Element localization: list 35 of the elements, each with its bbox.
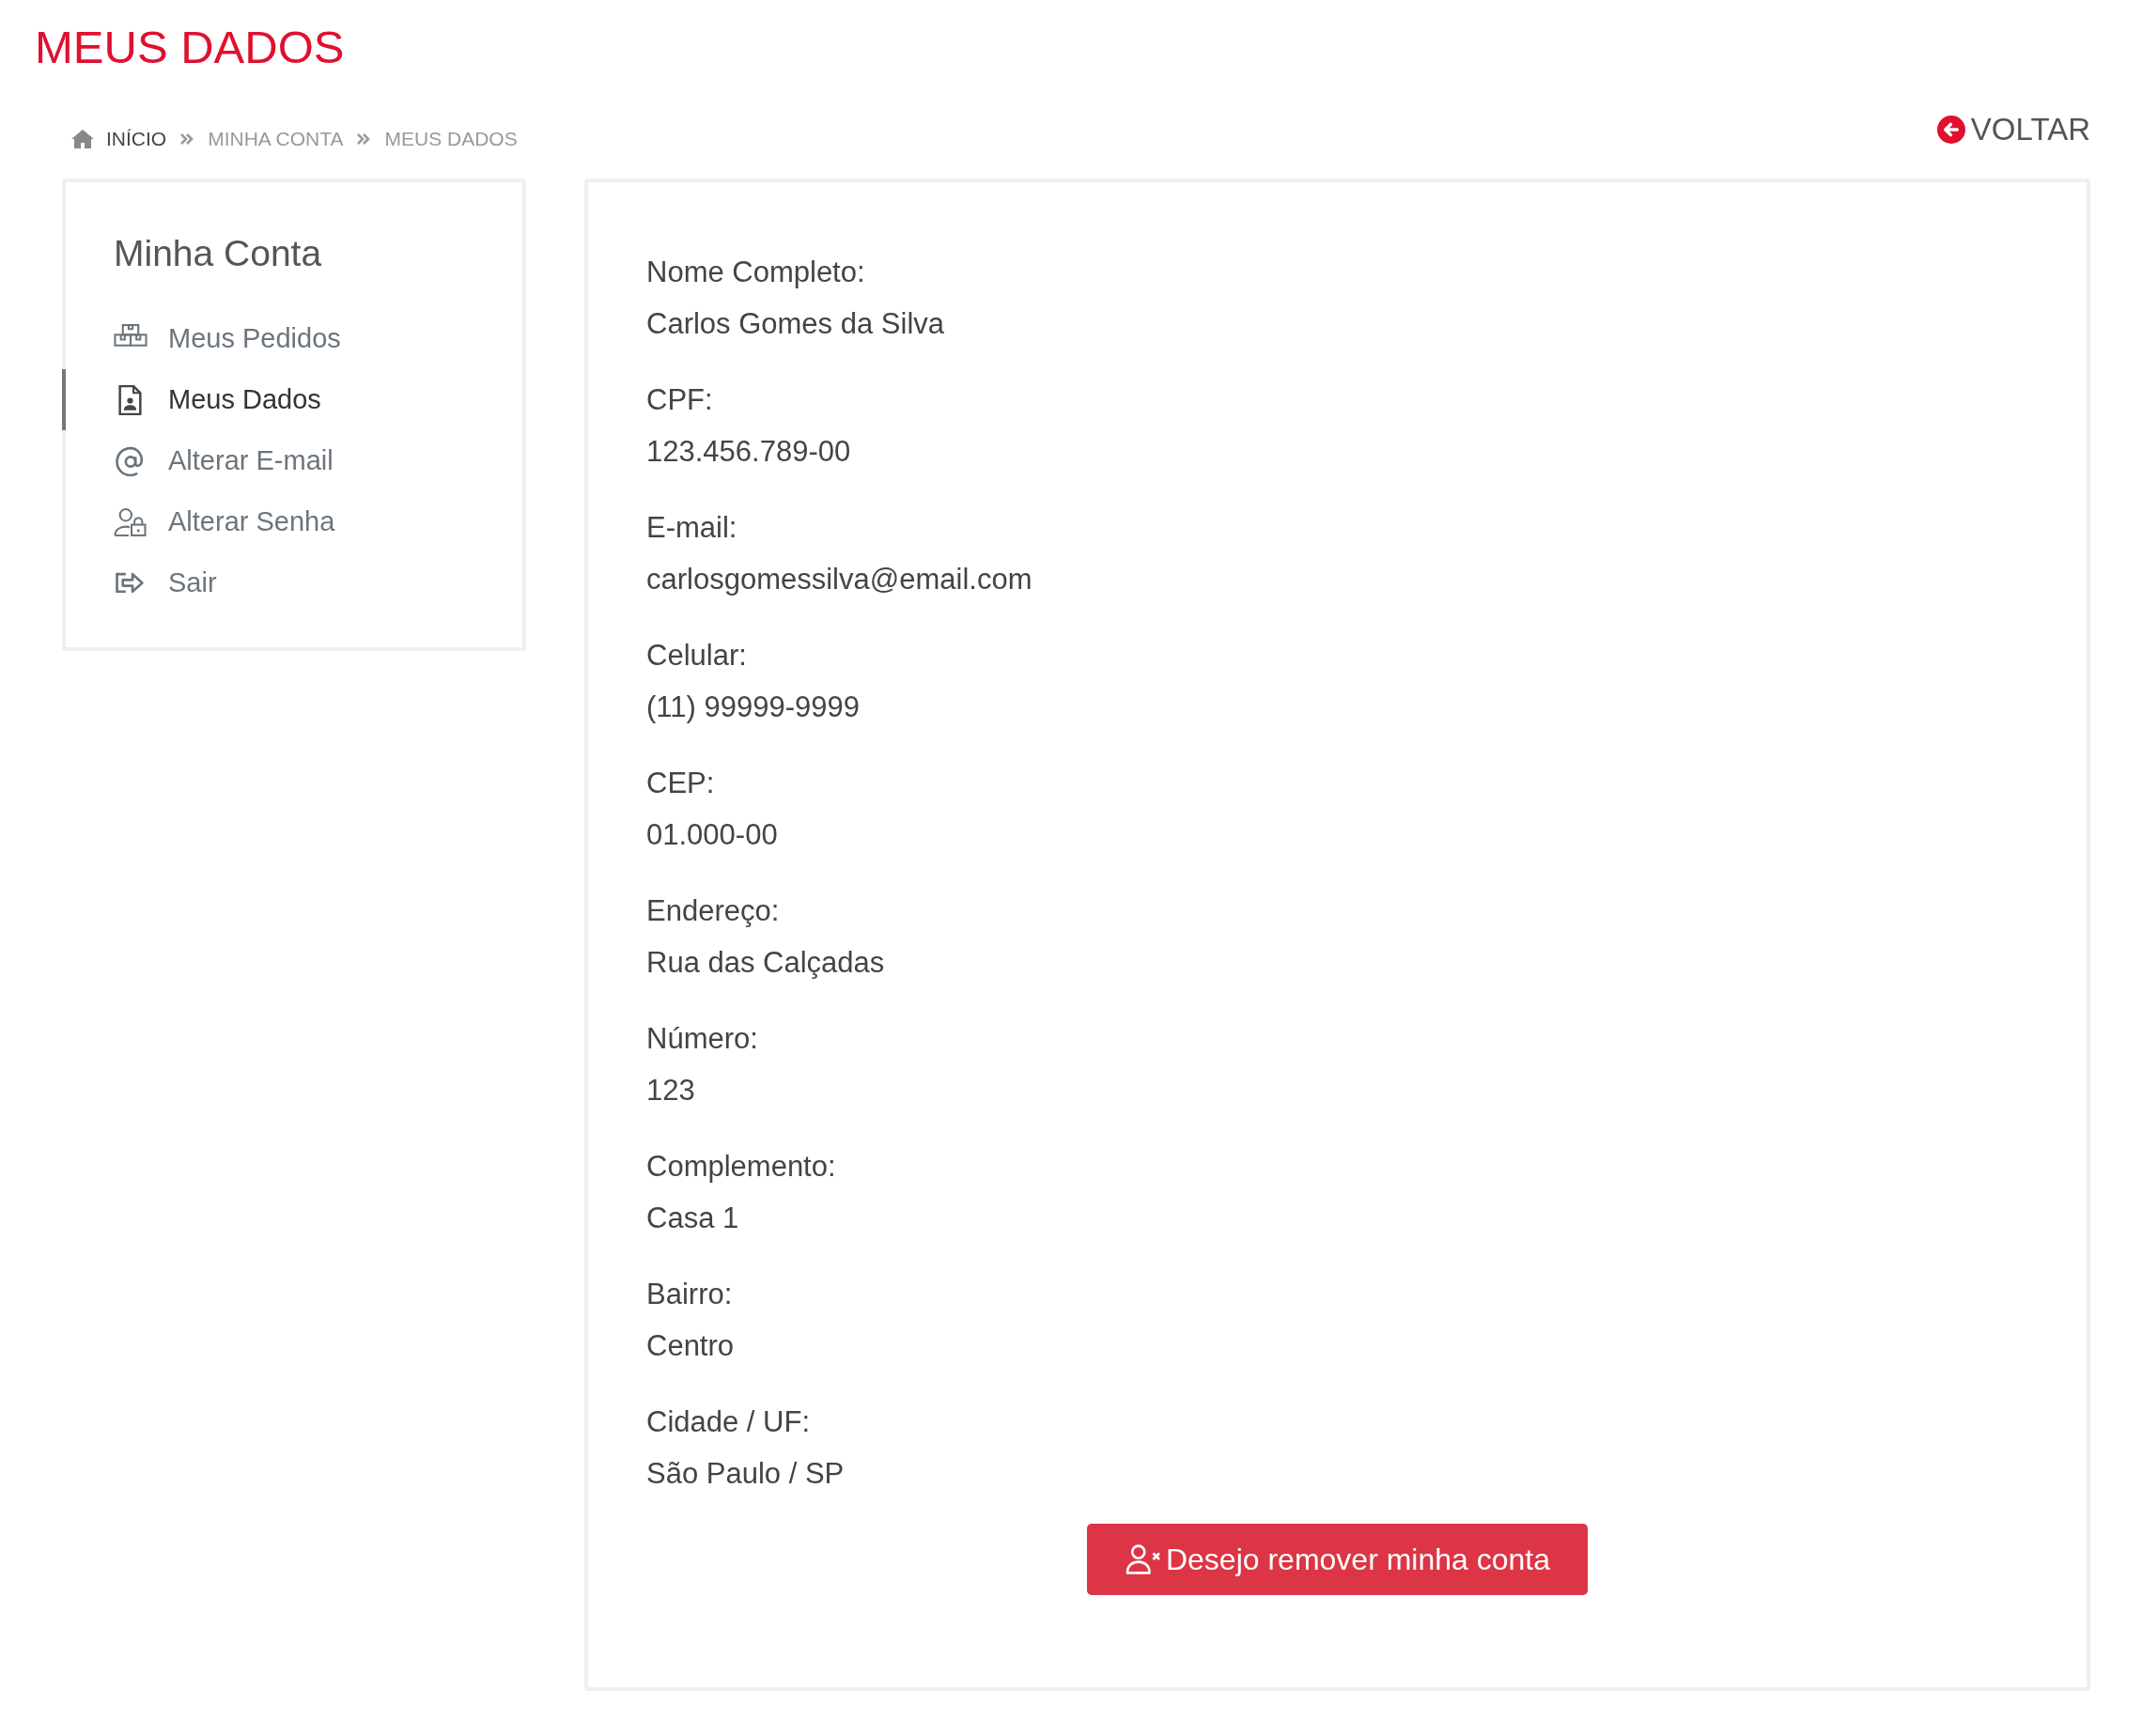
field-value: (11) 99999-9999: [646, 690, 861, 725]
field-label: Número:: [646, 1021, 759, 1057]
field-value: 123.456.789-00: [646, 434, 852, 470]
sidebar-title: Minha Conta: [114, 233, 323, 274]
home-icon: [70, 128, 95, 150]
breadcrumb-link[interactable]: MINHA CONTA: [208, 128, 344, 150]
breadcrumb-link[interactable]: MEUS DADOS: [384, 128, 518, 150]
field-value: carlosgomessilva@email.com: [646, 562, 1033, 597]
sidebar-item[interactable]: Sair: [62, 552, 522, 613]
breadcrumb-link[interactable]: INÍCIO: [106, 128, 167, 150]
field-label: Endereço:: [646, 893, 781, 929]
field-value: São Paulo / SP: [646, 1456, 846, 1492]
remove-account-button[interactable]: Desejo remover minha conta: [1086, 1524, 1589, 1595]
field-value: Carlos Gomes da Silva: [646, 306, 945, 342]
field-label: Celular:: [646, 638, 748, 674]
page-title: MEUS DADOS: [35, 21, 346, 73]
field-label: Bairro:: [646, 1277, 734, 1312]
sidebar-item[interactable]: Meus Dados: [62, 369, 522, 430]
sidebar-item[interactable]: Alterar E-mail: [62, 430, 522, 491]
field-label: E-mail:: [646, 510, 738, 546]
sidebar-item[interactable]: Alterar Senha: [62, 491, 522, 552]
field-label: CEP:: [646, 766, 716, 801]
field-label: Complemento:: [646, 1149, 837, 1185]
field-value: Casa 1: [646, 1201, 740, 1236]
user-remove-icon: [1124, 1543, 1162, 1575]
field-value: 123: [646, 1073, 696, 1108]
field-label: Nome Completo:: [646, 255, 866, 290]
sidebar-item[interactable]: Meus Pedidos: [62, 308, 522, 369]
field-value: Centro: [646, 1328, 736, 1364]
back-link[interactable]: VOLTAR: [1936, 112, 2090, 147]
field-value: 01.000-00: [646, 817, 779, 853]
user-lock-icon: [114, 506, 147, 537]
field-label: CPF:: [646, 382, 714, 418]
field-label: Cidade / UF:: [646, 1404, 811, 1440]
field-value: Rua das Calçadas: [646, 945, 886, 981]
